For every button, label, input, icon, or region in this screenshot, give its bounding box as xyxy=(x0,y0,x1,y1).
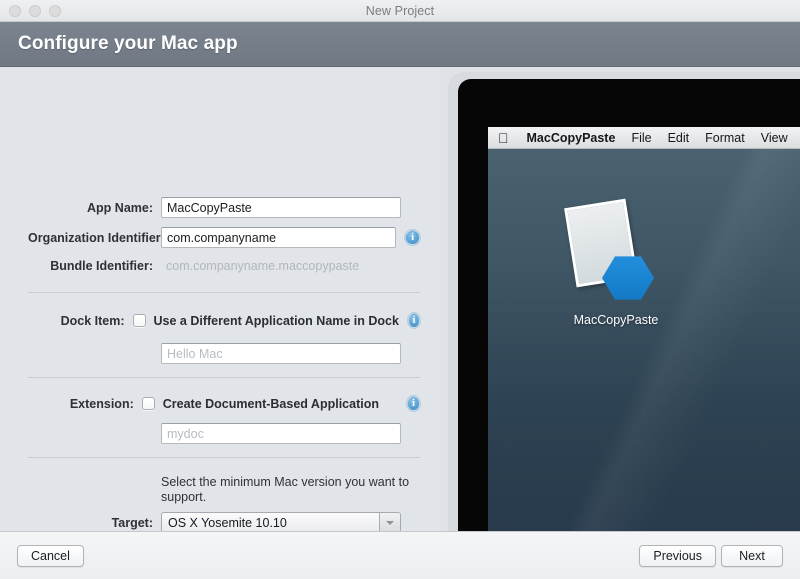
row-dock-item-name xyxy=(161,343,401,364)
dock-item-checkbox[interactable] xyxy=(132,314,146,327)
bundle-identifier-label: Bundle Identifier: xyxy=(50,259,153,273)
dock-item-checkbox-label: Use a Different Application Name in Dock xyxy=(153,313,399,328)
assistant-body: App Name: Organization Identifier: i Bun… xyxy=(0,67,800,534)
separator-2 xyxy=(28,377,420,378)
page-title: Configure your Mac app xyxy=(18,33,238,54)
assistant-footer: Cancel Previous Next xyxy=(0,531,800,579)
menubar-item-file[interactable]: File xyxy=(631,131,651,145)
assistant-header: Configure your Mac app xyxy=(0,22,800,67)
bundle-identifier-value: com.companyname.maccopypaste xyxy=(166,259,360,273)
extension-name-input[interactable] xyxy=(161,423,401,444)
next-button[interactable]: Next xyxy=(721,545,783,567)
row-dock-item: Dock Item: Use a Different Application N… xyxy=(28,313,420,328)
target-help-text: Select the minimum Mac version you want … xyxy=(161,475,410,504)
target-label: Target: xyxy=(111,516,153,530)
mac-screen:  MacCopyPaste File Edit Format View Mac… xyxy=(488,127,800,531)
target-select-value: OS X Yosemite 10.10 xyxy=(168,516,287,530)
window-title: New Project xyxy=(365,3,435,18)
separator-1 xyxy=(28,292,420,293)
row-extension-name xyxy=(161,423,401,444)
mac-device-frame:  MacCopyPaste File Edit Format View Mac… xyxy=(448,72,800,531)
cancel-button[interactable]: Cancel xyxy=(17,545,84,567)
organization-identifier-input[interactable] xyxy=(161,227,397,248)
desktop-app-icon-label: MacCopyPaste xyxy=(573,313,659,327)
app-name-input[interactable] xyxy=(161,197,401,218)
mac-desktop: MacCopyPaste xyxy=(488,149,800,531)
dock-item-label: Dock Item: xyxy=(60,313,125,328)
organization-identifier-label: Organization Identifier: xyxy=(28,230,165,245)
app-name-label: App Name: xyxy=(87,200,153,215)
chevron-down-icon[interactable] xyxy=(379,513,400,533)
extension-checkbox-label: Create Document-Based Application xyxy=(162,396,379,411)
mac-menubar:  MacCopyPaste File Edit Format View xyxy=(488,127,800,149)
new-project-window: New Project Configure your Mac app App N… xyxy=(0,0,800,579)
menubar-item-app[interactable]: MacCopyPaste xyxy=(527,131,616,145)
dock-item-checkbox-group[interactable]: Use a Different Application Name in Dock xyxy=(132,313,399,328)
info-icon-extension[interactable]: i xyxy=(407,396,420,411)
apple-logo-icon[interactable]:  xyxy=(498,131,509,145)
row-app-name: App Name: xyxy=(28,197,420,218)
info-icon-dock-item[interactable]: i xyxy=(407,313,420,328)
extension-label: Extension: xyxy=(69,396,134,411)
info-icon-organization[interactable]: i xyxy=(405,230,420,245)
row-bundle-identifier: Bundle Identifier: com.companyname.macco… xyxy=(28,259,420,273)
window-titlebar: New Project xyxy=(0,0,800,22)
configuration-form: App Name: Organization Identifier: i Bun… xyxy=(0,67,440,534)
dock-item-name-input[interactable] xyxy=(161,343,401,364)
row-organization-identifier: Organization Identifier: i xyxy=(28,227,420,248)
extension-checkbox-group[interactable]: Create Document-Based Application xyxy=(141,396,379,411)
previous-button[interactable]: Previous xyxy=(639,545,716,567)
row-extension: Extension: Create Document-Based Applica… xyxy=(28,396,420,411)
separator-3 xyxy=(28,457,420,458)
extension-checkbox[interactable] xyxy=(141,397,155,410)
menubar-item-format[interactable]: Format xyxy=(705,131,745,145)
mac-preview-panel:  MacCopyPaste File Edit Format View Mac… xyxy=(440,67,800,531)
menubar-item-edit[interactable]: Edit xyxy=(668,131,690,145)
menubar-item-view[interactable]: View xyxy=(761,131,788,145)
